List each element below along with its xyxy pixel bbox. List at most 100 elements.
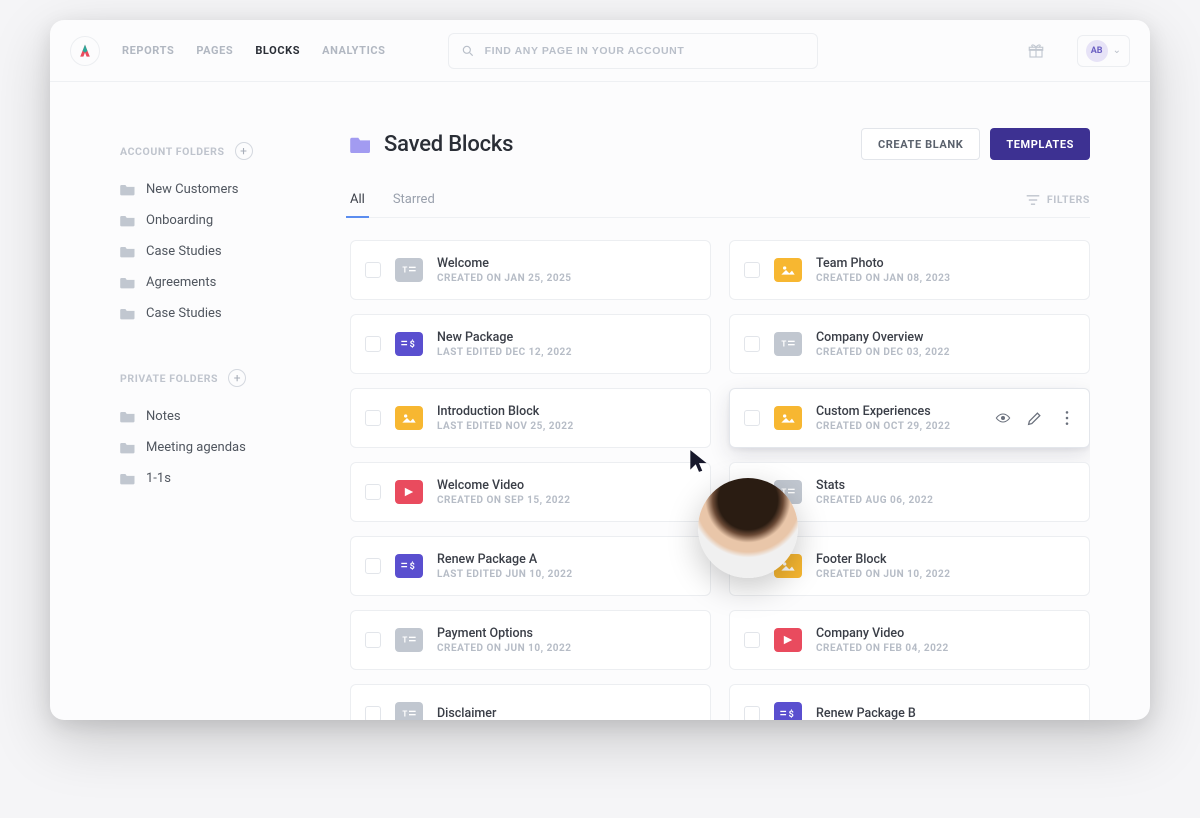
block-title: Team Photo — [816, 256, 1075, 271]
text-block-icon: T — [395, 628, 423, 652]
search-icon — [461, 44, 475, 58]
app-window: REPORTS PAGES BLOCKS ANALYTICS AB ⌄ ACCOUNT… — [50, 20, 1150, 720]
nav-item-pages[interactable]: PAGES — [196, 44, 233, 57]
sidebar-item-account-1[interactable]: Onboarding — [120, 205, 300, 236]
block-card[interactable]: Footer BlockCREATED ON JUN 10, 2022 — [729, 536, 1090, 596]
sidebar-item-account-3[interactable]: Agreements — [120, 267, 300, 298]
svg-text:$: $ — [410, 339, 415, 350]
select-checkbox[interactable] — [744, 262, 760, 278]
gift-icon[interactable] — [1027, 42, 1045, 60]
block-title: Welcome Video — [437, 478, 696, 493]
sidebar: ACCOUNT FOLDERS + New Customers Onboardin… — [50, 82, 300, 720]
block-card[interactable]: Team PhotoCREATED ON JAN 08, 2023 — [729, 240, 1090, 300]
text-block-icon: T — [774, 332, 802, 356]
sidebar-item-account-0[interactable]: New Customers — [120, 174, 300, 205]
block-card[interactable]: $ Renew Package B — [729, 684, 1090, 720]
block-card[interactable]: Introduction BlockLAST EDITED NOV 25, 20… — [350, 388, 711, 448]
block-card[interactable]: TCompany OverviewCREATED ON DEC 03, 2022 — [729, 314, 1090, 374]
block-card[interactable]: TWelcomeCREATED ON JAN 25, 2025 — [350, 240, 711, 300]
main-nav: REPORTS PAGES BLOCKS ANALYTICS — [122, 44, 386, 57]
block-card[interactable]: Company VideoCREATED ON FEB 04, 2022 — [729, 610, 1090, 670]
account-folders-label: ACCOUNT FOLDERS — [120, 145, 225, 158]
select-checkbox[interactable] — [365, 336, 381, 352]
block-title: Payment Options — [437, 626, 696, 641]
filters-label: FILTERS — [1047, 193, 1090, 206]
svg-text:T: T — [402, 266, 407, 275]
private-folders-label: PRIVATE FOLDERS — [120, 372, 218, 385]
add-private-folder[interactable]: + — [228, 369, 246, 387]
block-card[interactable]: Custom ExperiencesCREATED ON OCT 29, 202… — [729, 388, 1090, 448]
main-content: Saved Blocks CREATE BLANK TEMPLATES All … — [300, 82, 1150, 720]
private-folders-header: PRIVATE FOLDERS + — [120, 369, 300, 387]
block-meta: LAST EDITED DEC 12, 2022 — [437, 347, 696, 358]
create-blank-button[interactable]: CREATE BLANK — [861, 128, 980, 160]
select-checkbox[interactable] — [365, 706, 381, 720]
templates-button[interactable]: TEMPLATES — [990, 128, 1090, 160]
search-box[interactable] — [448, 33, 818, 69]
image-block-icon — [774, 258, 802, 282]
add-account-folder[interactable]: + — [235, 142, 253, 160]
select-checkbox[interactable] — [365, 632, 381, 648]
search-input[interactable] — [485, 45, 805, 57]
select-checkbox[interactable] — [744, 558, 760, 574]
select-checkbox[interactable] — [744, 706, 760, 720]
more-icon[interactable] — [1059, 410, 1075, 426]
filter-icon — [1026, 194, 1040, 206]
block-card[interactable]: T Payment Options CREATED ON JUN 10, 2022 — [350, 610, 711, 670]
block-meta: CREATED ON JUN 10, 2022 — [437, 643, 696, 654]
sidebar-item-private-1[interactable]: Meeting agendas — [120, 432, 300, 463]
block-title: Footer Block — [816, 552, 1075, 567]
user-menu[interactable]: AB ⌄ — [1077, 35, 1130, 67]
app-logo[interactable] — [70, 36, 100, 66]
tab-starred[interactable]: Starred — [393, 192, 435, 217]
block-card[interactable]: T Stats CREATED AUG 06, 2022 — [729, 462, 1090, 522]
block-title: Company Video — [816, 626, 1075, 641]
block-card[interactable]: $Renew Package ALAST EDITED JUN 10, 2022 — [350, 536, 711, 596]
nav-item-analytics[interactable]: ANALYTICS — [322, 44, 385, 57]
filters-button[interactable]: FILTERS — [1026, 193, 1090, 216]
text-block-icon: T — [395, 702, 423, 720]
block-meta: CREATED ON SEP 15, 2022 — [437, 495, 696, 506]
block-title: Welcome — [437, 256, 696, 271]
block-card[interactable]: T Disclaimer — [350, 684, 711, 720]
sidebar-item-account-4[interactable]: Case Studies — [120, 298, 300, 329]
block-title: Stats — [816, 478, 1075, 493]
svg-text:T: T — [781, 488, 786, 497]
nav-item-blocks[interactable]: BLOCKS — [255, 44, 300, 57]
folder-icon — [350, 135, 372, 153]
select-checkbox[interactable] — [744, 632, 760, 648]
block-title: Renew Package B — [816, 706, 1075, 721]
select-checkbox[interactable] — [365, 410, 381, 426]
edit-icon[interactable] — [1027, 410, 1043, 426]
select-checkbox[interactable] — [744, 484, 760, 500]
svg-text:T: T — [402, 710, 407, 719]
block-meta: CREATED AUG 06, 2022 — [816, 495, 1075, 506]
select-checkbox[interactable] — [365, 262, 381, 278]
video-block-icon — [395, 480, 423, 504]
tabs-row: All Starred FILTERS — [350, 192, 1090, 218]
sidebar-item-account-2[interactable]: Case Studies — [120, 236, 300, 267]
block-card[interactable]: $ New Package LAST EDITED DEC 12, 2022 — [350, 314, 711, 374]
tab-all[interactable]: All — [350, 192, 365, 217]
select-checkbox[interactable] — [365, 558, 381, 574]
image-block-icon — [774, 406, 802, 430]
sidebar-item-label: New Customers — [146, 182, 238, 197]
select-checkbox[interactable] — [744, 410, 760, 426]
sidebar-item-label: Notes — [146, 409, 181, 424]
sidebar-item-label: Onboarding — [146, 213, 213, 228]
sidebar-item-private-2[interactable]: 1-1s — [120, 463, 300, 494]
select-checkbox[interactable] — [744, 336, 760, 352]
svg-text:$: $ — [789, 709, 794, 720]
view-icon[interactable] — [995, 410, 1011, 426]
price-block-icon: $ — [774, 702, 802, 720]
nav-item-reports[interactable]: REPORTS — [122, 44, 174, 57]
block-title: Disclaimer — [437, 706, 696, 721]
block-title: Company Overview — [816, 330, 1075, 345]
video-block-icon — [774, 628, 802, 652]
block-title: New Package — [437, 330, 696, 345]
body: ACCOUNT FOLDERS + New Customers Onboardin… — [50, 82, 1150, 720]
sidebar-item-private-0[interactable]: Notes — [120, 401, 300, 432]
block-card[interactable]: Welcome Video CREATED ON SEP 15, 2022 — [350, 462, 711, 522]
svg-text:$: $ — [410, 561, 415, 572]
select-checkbox[interactable] — [365, 484, 381, 500]
